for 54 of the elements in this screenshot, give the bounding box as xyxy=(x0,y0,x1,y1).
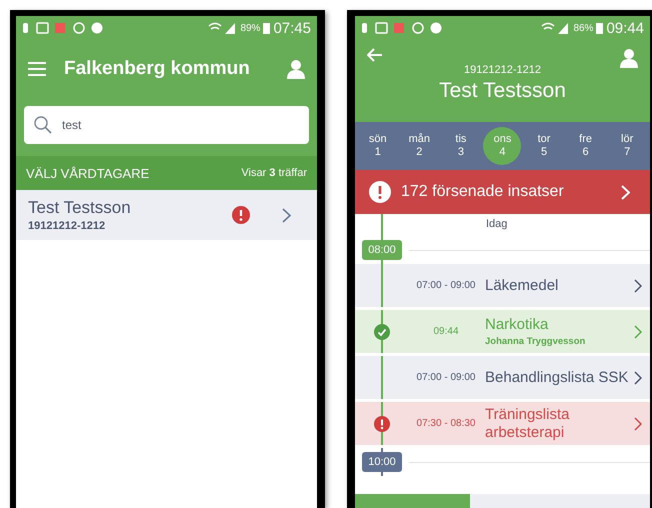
day-tab[interactable]: tis 3 xyxy=(442,127,480,165)
day-tab[interactable]: sön 1 xyxy=(358,127,397,165)
battery-icon xyxy=(596,22,604,34)
task-title: Läkemedel xyxy=(485,276,560,294)
signed-by: Johanna Tryggvesson xyxy=(485,336,586,347)
check-icon xyxy=(374,324,390,340)
day-tab[interactable]: tor 5 xyxy=(525,127,564,165)
day-tab[interactable]: mån 2 xyxy=(400,127,438,165)
user-icon[interactable] xyxy=(287,59,305,79)
time-marker: 10:00 xyxy=(362,452,402,472)
alert-icon xyxy=(374,416,390,432)
wifi-signal-icon xyxy=(540,22,570,34)
chevron-icon xyxy=(282,208,291,222)
chevron-icon xyxy=(634,278,642,292)
delayed-count-text: 172 försenade insatser xyxy=(401,183,565,201)
search-icon xyxy=(34,116,52,134)
task-time: 07:00 - 09:00 xyxy=(416,280,476,291)
chevron-icon xyxy=(634,324,642,338)
search-field[interactable]: test xyxy=(24,106,309,144)
chevron-icon xyxy=(634,370,642,384)
time-marker: 08:00 xyxy=(362,240,402,260)
delayed-banner[interactable]: 172 försenade insatser xyxy=(355,170,650,214)
battery-percent: 89% xyxy=(240,22,260,34)
task-time: 07:30 - 08:30 xyxy=(416,418,476,429)
chevron-icon xyxy=(621,184,630,200)
patient-row[interactable]: Test Testsson 19121212-1212 xyxy=(16,190,317,240)
back-arrow-icon[interactable] xyxy=(367,48,383,62)
user-icon[interactable] xyxy=(620,48,638,68)
list-header-title: VÄLJ VÅRDTAGARE xyxy=(26,166,150,180)
patient-name: Test Testsson xyxy=(28,198,132,218)
day-tab[interactable]: ons 4 xyxy=(483,127,522,165)
menu-icon[interactable] xyxy=(28,62,46,76)
day-label: Idag xyxy=(486,217,508,232)
clock-time: 07:45 xyxy=(273,20,311,36)
task-time: 09:44 xyxy=(432,326,460,337)
task-row[interactable]: 07:00 - 09:00 Behandlingslista SSK xyxy=(355,356,650,399)
battery-percent: 86% xyxy=(573,22,594,34)
app-title: Falkenberg kommun xyxy=(64,58,251,80)
battery-icon xyxy=(263,22,270,34)
task-title: Behandlingslista SSK xyxy=(485,368,630,386)
clock-time: 09:44 xyxy=(606,20,644,36)
patient-id: 19121212-1212 xyxy=(464,64,542,76)
task-title: Narkotika xyxy=(485,316,550,334)
patient-id: 19121212-1212 xyxy=(28,220,106,232)
patient-name: Test Testsson xyxy=(439,79,566,103)
day-tab[interactable]: lör 7 xyxy=(608,127,646,165)
task-row[interactable]: 07:00 - 09:00 Läkemedel xyxy=(355,264,650,307)
alert-icon xyxy=(369,181,391,203)
task-time: 07:00 - 09:00 xyxy=(416,372,476,383)
chevron-icon xyxy=(634,416,642,430)
task-title: Träningslista arbetsterapi xyxy=(485,406,570,441)
result-count: Visar 3 träffar xyxy=(241,167,307,179)
day-tab[interactable]: fre 6 xyxy=(566,127,605,165)
wifi-signal-icon xyxy=(207,22,238,34)
